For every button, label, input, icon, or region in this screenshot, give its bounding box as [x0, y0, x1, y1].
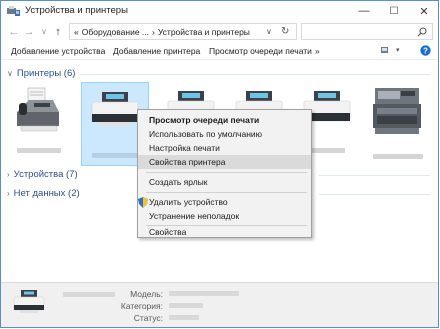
menu-item-set-as-default[interactable]: Использовать по умолчанию	[138, 127, 311, 141]
window-title: Устройства и принтеры	[25, 5, 128, 16]
close-button[interactable]: ✕	[409, 1, 438, 21]
uac-shield-icon	[138, 197, 148, 208]
details-pane: Модель: Категория: Статус:	[1, 282, 438, 327]
device-printer-5-label-redacted	[307, 148, 345, 153]
up-arrow-icon[interactable]: ↑	[51, 25, 65, 39]
search-field[interactable]	[301, 23, 433, 40]
selected-printer-icon	[13, 290, 45, 313]
group-printers-label: Принтеры (6)	[16, 68, 76, 79]
model-label: Модель:	[130, 289, 163, 299]
devices-and-printers-window: Устройства и принтеры — ☐ ✕ ← → ∨ ↑ «Обо…	[0, 0, 439, 328]
breadcrumb-separator[interactable]: ›	[152, 27, 155, 37]
more-commands-button[interactable]: »	[315, 46, 320, 56]
device-fax-label-redacted	[17, 148, 61, 153]
refresh-icon[interactable]: ↻	[281, 26, 289, 37]
group-nodata-header[interactable]: › Нет данных (2)	[7, 188, 80, 199]
category-label: Категория:	[120, 301, 163, 311]
breadcrumb-devices-printers[interactable]: Устройства и принтеры	[158, 27, 250, 37]
group-nodata-label: Нет данных (2)	[13, 188, 80, 199]
see-print-queue-button[interactable]: Просмотр очереди печати	[209, 46, 312, 56]
breadcrumb-hardware[interactable]: Оборудование ...	[82, 27, 149, 37]
recent-locations-chevron-icon[interactable]: ∨	[37, 25, 51, 39]
expand-chevron-icon[interactable]: ›	[7, 170, 10, 179]
breadcrumb-overflow[interactable]: «	[74, 27, 79, 37]
search-icon	[417, 27, 427, 37]
menu-separator	[146, 172, 307, 173]
device-name-redacted	[63, 292, 115, 297]
menu-separator	[146, 192, 307, 193]
address-bar[interactable]: «Оборудование ... › Устройства и принтеры …	[69, 23, 297, 40]
svg-text:?: ?	[423, 46, 428, 55]
back-arrow-icon[interactable]: ←	[7, 25, 21, 39]
devices-printers-app-icon	[7, 6, 20, 16]
status-label: Статус:	[133, 313, 163, 323]
menu-item-properties[interactable]: Свойства	[138, 225, 311, 239]
group-devices-label: Устройства (7)	[13, 169, 78, 180]
command-bar: Добавление устройства Добавление принтер…	[1, 43, 438, 60]
collapse-chevron-icon[interactable]: ∨	[7, 69, 13, 78]
view-options-chevron-icon[interactable]: ▾	[396, 46, 400, 54]
address-dropdown-chevron-icon[interactable]: ∨	[266, 27, 272, 36]
menu-item-see-print-queue[interactable]: Просмотр очереди печати	[138, 113, 311, 127]
menu-item-create-shortcut[interactable]: Создать ярлык	[138, 175, 311, 189]
menu-item-printing-preferences[interactable]: Настройка печати	[138, 141, 311, 155]
change-view-icon[interactable]	[381, 46, 393, 56]
device-list: ∨ Принтеры (6) › Устройства (7) › Нет да…	[1, 60, 438, 282]
device-fax[interactable]	[9, 82, 69, 162]
fax-icon	[17, 87, 59, 132]
navigation-bar: ← → ∨ ↑ «Оборудование ... › Устройства и п…	[1, 21, 438, 43]
context-menu: Просмотр очереди печати Использовать по …	[137, 109, 312, 238]
add-device-button[interactable]: Добавление устройства	[11, 46, 105, 56]
maximize-button[interactable]: ☐	[379, 1, 409, 21]
forward-arrow-icon[interactable]: →	[22, 25, 36, 39]
device-printer-label-redacted	[92, 153, 138, 158]
minimize-button[interactable]: —	[349, 1, 379, 21]
group-divider	[319, 175, 430, 176]
group-printers-header[interactable]: ∨ Принтеры (6)	[7, 68, 75, 79]
menu-item-troubleshoot[interactable]: Устранение неполадок	[138, 209, 311, 223]
group-devices-header[interactable]: › Устройства (7)	[7, 169, 78, 180]
group-divider	[319, 194, 430, 195]
category-value-redacted	[169, 303, 203, 308]
group-divider	[79, 74, 430, 75]
expand-chevron-icon[interactable]: ›	[7, 189, 10, 198]
menu-item-remove-device[interactable]: Удалить устройство	[138, 195, 311, 209]
add-printer-button[interactable]: Добавление принтера	[113, 46, 200, 56]
menu-item-printer-properties[interactable]: Свойства принтера	[138, 155, 311, 169]
help-icon[interactable]: ?	[420, 45, 431, 56]
model-value-redacted	[169, 291, 239, 296]
title-bar: Устройства и принтеры — ☐ ✕	[1, 1, 438, 21]
device-multifunction-printer[interactable]	[365, 82, 431, 162]
breadcrumb: «Оборудование ... › Устройства и принтеры	[74, 27, 253, 37]
device-mfp-label-redacted	[373, 154, 423, 159]
status-value-redacted	[169, 315, 199, 320]
multifunction-printer-icon	[373, 88, 421, 134]
